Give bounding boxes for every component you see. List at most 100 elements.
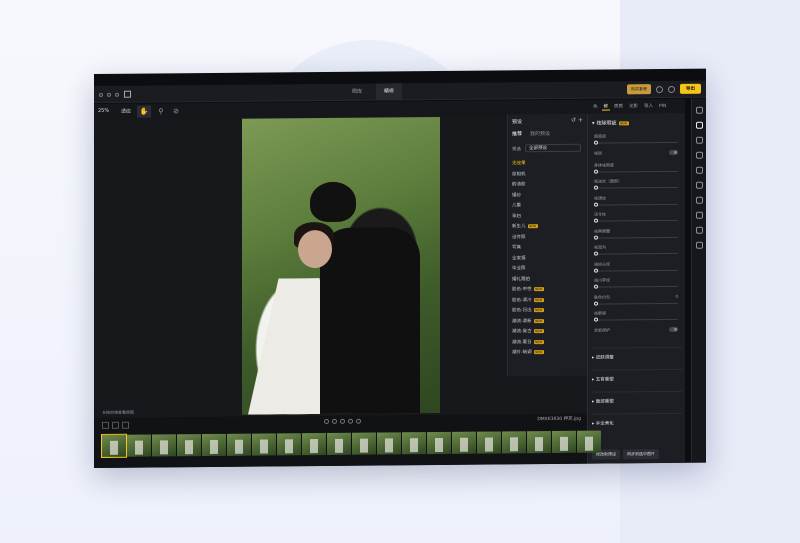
hand-tool-icon[interactable]: ✋ bbox=[137, 105, 151, 118]
tab-retouch[interactable]: 精修 bbox=[376, 83, 403, 101]
preset-item[interactable]: 潮流-夏日 NEW bbox=[512, 336, 584, 347]
rail-history-icon[interactable] bbox=[695, 181, 703, 189]
sync-button[interactable]: 同步到选中图片 bbox=[623, 449, 659, 460]
slider-knob[interactable] bbox=[594, 251, 598, 256]
adjust-slider[interactable] bbox=[594, 301, 678, 306]
rail-image-icon[interactable] bbox=[695, 136, 703, 144]
adjust-slider[interactable] bbox=[594, 317, 678, 322]
eraser-tool-icon[interactable]: ⊘ bbox=[169, 105, 183, 117]
undo-icon[interactable]: ↺ + bbox=[571, 117, 583, 124]
preset-item[interactable]: 婚纱 bbox=[512, 189, 584, 200]
rail-settings-icon[interactable] bbox=[695, 106, 703, 114]
slider-knob[interactable] bbox=[594, 284, 598, 289]
slider-knob[interactable] bbox=[594, 169, 598, 174]
message-icon[interactable] bbox=[668, 85, 675, 93]
home-icon[interactable] bbox=[124, 90, 131, 98]
thumbnail[interactable] bbox=[477, 431, 501, 454]
slider-knob[interactable] bbox=[594, 235, 598, 240]
toggle-switch[interactable] bbox=[669, 326, 678, 332]
add-image-icon[interactable] bbox=[102, 421, 109, 429]
preset-item[interactable]: 婚礼跟拍 bbox=[512, 273, 584, 284]
thumbnail[interactable] bbox=[327, 432, 351, 455]
brush-tool-icon[interactable]: ⚲ bbox=[154, 105, 168, 117]
adjust-slider[interactable] bbox=[594, 140, 678, 145]
collapsed-section[interactable]: ▸ 面部重塑 bbox=[592, 390, 682, 405]
adjust-tab[interactable]: 色 bbox=[591, 104, 600, 110]
adjust-slider[interactable] bbox=[594, 185, 678, 190]
adjust-slider[interactable] bbox=[594, 218, 678, 223]
rail-add-icon[interactable] bbox=[695, 241, 703, 249]
slider-knob[interactable] bbox=[594, 268, 598, 273]
collapsed-section[interactable]: ▸ 皮肤调整 bbox=[592, 346, 682, 361]
avatar[interactable] bbox=[656, 85, 663, 93]
section-header[interactable]: ▾ 祛除瑕疵 NEW bbox=[592, 119, 629, 127]
thumbnail[interactable] bbox=[577, 430, 601, 453]
preset-item[interactable]: 胶色-清冷 NEW bbox=[512, 294, 584, 305]
tab-gallery[interactable]: 图库 bbox=[344, 84, 370, 101]
thumbnail[interactable] bbox=[377, 432, 401, 455]
rail-crop-icon[interactable] bbox=[695, 166, 703, 174]
preset-item[interactable]: 潮片-暗调 NEW bbox=[512, 347, 584, 358]
preset-item[interactable]: 写真 bbox=[512, 242, 584, 253]
preset-item[interactable]: 无效果 bbox=[512, 158, 584, 169]
collapsed-section[interactable]: ▸ 手全美化 bbox=[592, 412, 682, 427]
adjust-tab[interactable]: 质感 bbox=[612, 103, 625, 109]
adjust-tab[interactable]: 修 bbox=[601, 102, 610, 111]
preset-item[interactable]: 韵油胶 bbox=[512, 179, 584, 190]
adjust-slider[interactable] bbox=[594, 202, 678, 207]
thumbnail[interactable] bbox=[127, 434, 151, 457]
buy-plan-button[interactable]: 购买套餐 bbox=[627, 84, 651, 95]
window-controls[interactable] bbox=[99, 92, 119, 97]
slider-knob[interactable] bbox=[594, 185, 598, 190]
preset-item[interactable]: 胶色-中性 NEW bbox=[512, 284, 584, 295]
thumbnail[interactable] bbox=[277, 433, 301, 456]
thumbnail[interactable] bbox=[552, 430, 576, 454]
adjust-tab[interactable]: 导入 bbox=[642, 103, 655, 109]
slider-knob[interactable] bbox=[594, 140, 598, 145]
preset-item[interactable]: 新生儿 NEW bbox=[512, 221, 584, 232]
preset-item[interactable]: 孕妇 bbox=[512, 210, 584, 221]
thumbnail[interactable] bbox=[452, 431, 476, 454]
tab-my-presets[interactable]: 我的预设 bbox=[530, 130, 550, 137]
adjust-slider[interactable] bbox=[594, 284, 678, 289]
preset-item[interactable]: 全家福 bbox=[512, 252, 584, 263]
rail-layers-icon[interactable] bbox=[695, 196, 703, 204]
adjust-tab[interactable]: PIN bbox=[657, 103, 668, 109]
preset-item[interactable]: 儿童 bbox=[512, 200, 584, 211]
adjust-slider[interactable] bbox=[594, 169, 678, 174]
adjust-slider[interactable] bbox=[594, 268, 678, 273]
thumbnail[interactable] bbox=[177, 434, 201, 457]
adjust-slider[interactable] bbox=[594, 251, 678, 256]
preset-item[interactable]: 胶色-日出 NEW bbox=[512, 305, 584, 316]
thumbnail[interactable] bbox=[101, 433, 127, 458]
fit-button[interactable]: 适应 bbox=[121, 108, 131, 115]
thumbnail[interactable] bbox=[227, 433, 251, 456]
slider-knob[interactable] bbox=[594, 202, 598, 207]
thumbnail[interactable] bbox=[502, 431, 526, 454]
preset-item[interactable]: 原相机 bbox=[512, 168, 584, 179]
thumbnail[interactable] bbox=[527, 431, 551, 454]
thumbnail[interactable] bbox=[152, 434, 176, 457]
rail-retouch-icon[interactable] bbox=[695, 121, 703, 129]
thumbnail[interactable] bbox=[402, 432, 426, 455]
thumbnail[interactable] bbox=[427, 431, 451, 455]
preset-item[interactable]: 毕业照 bbox=[512, 263, 584, 274]
thumbnail[interactable] bbox=[202, 433, 226, 457]
preset-item[interactable]: 证件照 bbox=[512, 231, 584, 242]
slider-knob[interactable] bbox=[594, 218, 598, 223]
collapsed-section[interactable]: ▸ 五官重塑 bbox=[592, 368, 682, 383]
export-button[interactable]: 导出 bbox=[680, 83, 701, 94]
slider-knob[interactable] bbox=[594, 301, 598, 306]
rail-export-icon[interactable] bbox=[695, 226, 703, 234]
rail-bag-icon[interactable] bbox=[695, 151, 703, 159]
thumbnail[interactable] bbox=[302, 432, 326, 456]
zoom-level[interactable]: 25% bbox=[98, 108, 109, 114]
filter-select[interactable]: 全部预设 bbox=[525, 143, 581, 153]
preset-item[interactable]: 潮流-清新 NEW bbox=[512, 315, 584, 326]
rail-compare-icon[interactable] bbox=[695, 211, 703, 219]
toggle-switch[interactable] bbox=[669, 149, 678, 155]
preset-item[interactable]: 潮流-复古 NEW bbox=[512, 326, 584, 337]
adjust-slider[interactable] bbox=[594, 235, 678, 240]
tab-recommended[interactable]: 推荐 bbox=[512, 130, 522, 137]
adjust-tab[interactable]: 光影 bbox=[627, 103, 640, 109]
